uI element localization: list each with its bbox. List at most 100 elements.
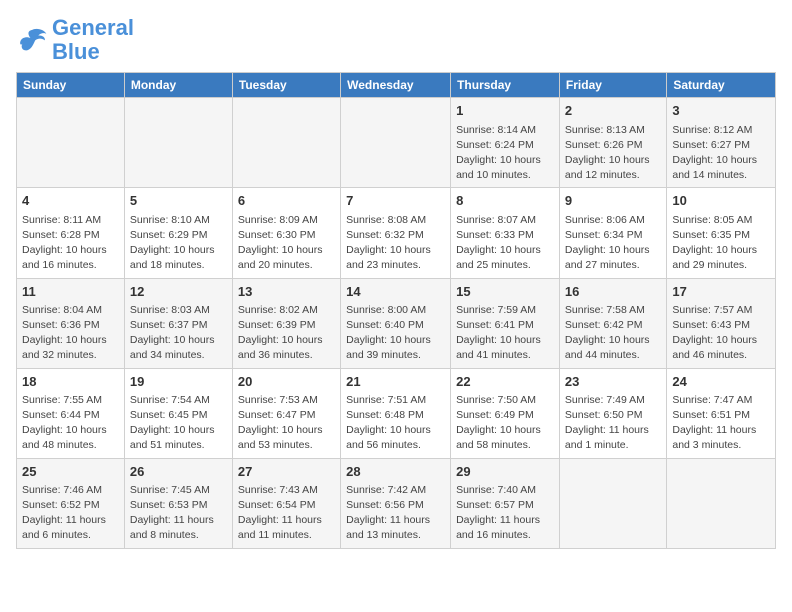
day-number: 5 [130,192,227,210]
day-info: Sunrise: 7:54 AM Sunset: 6:45 PM Dayligh… [130,393,227,454]
day-number: 29 [456,463,554,481]
week-row-4: 18Sunrise: 7:55 AM Sunset: 6:44 PM Dayli… [17,368,776,458]
day-info: Sunrise: 7:42 AM Sunset: 6:56 PM Dayligh… [346,483,445,544]
table-row [559,458,666,548]
day-info: Sunrise: 8:08 AM Sunset: 6:32 PM Dayligh… [346,213,445,274]
table-row [341,98,451,188]
day-info: Sunrise: 7:51 AM Sunset: 6:48 PM Dayligh… [346,393,445,454]
table-row: 17 Sunrise: 7:57 AM Sunset: 6:43 PM Dayli… [667,278,776,368]
table-row: 28 Sunrise: 7:42 AM Sunset: 6:56 PM Dayli… [341,458,451,548]
logo-bird-icon [16,26,48,54]
day-info: Sunrise: 8:11 AM Sunset: 6:28 PM Dayligh… [22,213,119,274]
col-header-sunday: Sunday [17,73,125,98]
day-number: 2 [565,102,661,120]
day-info: Sunrise: 7:53 AM Sunset: 6:47 PM Dayligh… [238,393,335,454]
day-number: 4 [22,192,119,210]
table-row: 18Sunrise: 7:55 AM Sunset: 6:44 PM Dayli… [17,368,125,458]
table-row: 13Sunrise: 8:02 AM Sunset: 6:39 PM Dayli… [232,278,340,368]
day-number: 1 [456,102,554,120]
table-row: 24 Sunrise: 7:47 AM Sunset: 6:51 PM Dayli… [667,368,776,458]
day-number: 14 [346,283,445,301]
day-number: 7 [346,192,445,210]
day-number: 20 [238,373,335,391]
day-number: 8 [456,192,554,210]
col-header-monday: Monday [124,73,232,98]
logo-text: General Blue [52,16,134,64]
table-row [17,98,125,188]
day-number: 12 [130,283,227,301]
day-number: 13 [238,283,335,301]
week-row-2: 4 Sunrise: 8:11 AM Sunset: 6:28 PM Daylig… [17,188,776,278]
day-number: 24 [672,373,770,391]
day-info: Sunrise: 7:59 AM Sunset: 6:41 PM Dayligh… [456,303,554,364]
week-row-1: 1 Sunrise: 8:14 AM Sunset: 6:24 PM Daylig… [17,98,776,188]
table-row: 1 Sunrise: 8:14 AM Sunset: 6:24 PM Daylig… [451,98,560,188]
table-row: 7 Sunrise: 8:08 AM Sunset: 6:32 PM Daylig… [341,188,451,278]
table-row: 5 Sunrise: 8:10 AM Sunset: 6:29 PM Daylig… [124,188,232,278]
table-row: 25 Sunrise: 7:46 AM Sunset: 6:52 PM Dayli… [17,458,125,548]
day-info: Sunrise: 8:04 AM Sunset: 6:36 PM Dayligh… [22,303,119,364]
table-row: 22Sunrise: 7:50 AM Sunset: 6:49 PM Dayli… [451,368,560,458]
table-row [124,98,232,188]
day-info: Sunrise: 8:10 AM Sunset: 6:29 PM Dayligh… [130,213,227,274]
day-info: Sunrise: 8:05 AM Sunset: 6:35 PM Dayligh… [672,213,770,274]
day-info: Sunrise: 7:57 AM Sunset: 6:43 PM Dayligh… [672,303,770,364]
table-row: 15 Sunrise: 7:59 AM Sunset: 6:41 PM Dayli… [451,278,560,368]
col-header-thursday: Thursday [451,73,560,98]
logo: General Blue [16,16,134,64]
day-number: 23 [565,373,661,391]
table-row: 14 Sunrise: 8:00 AM Sunset: 6:40 PM Dayli… [341,278,451,368]
table-row: 10 Sunrise: 8:05 AM Sunset: 6:35 PM Dayli… [667,188,776,278]
day-number: 9 [565,192,661,210]
table-row: 3Sunrise: 8:12 AM Sunset: 6:27 PM Daylig… [667,98,776,188]
table-row: 6 Sunrise: 8:09 AM Sunset: 6:30 PM Daylig… [232,188,340,278]
day-info: Sunrise: 8:12 AM Sunset: 6:27 PM Dayligh… [672,123,770,184]
day-info: Sunrise: 8:00 AM Sunset: 6:40 PM Dayligh… [346,303,445,364]
day-info: Sunrise: 7:49 AM Sunset: 6:50 PM Dayligh… [565,393,661,454]
table-row: 19 Sunrise: 7:54 AM Sunset: 6:45 PM Dayli… [124,368,232,458]
table-row: 16 Sunrise: 7:58 AM Sunset: 6:42 PM Dayli… [559,278,666,368]
day-info: Sunrise: 8:14 AM Sunset: 6:24 PM Dayligh… [456,123,554,184]
day-info: Sunrise: 8:07 AM Sunset: 6:33 PM Dayligh… [456,213,554,274]
calendar-table: SundayMondayTuesdayWednesdayThursdayFrid… [16,72,776,548]
day-number: 28 [346,463,445,481]
day-info: Sunrise: 7:46 AM Sunset: 6:52 PM Dayligh… [22,483,119,544]
table-row: 21 Sunrise: 7:51 AM Sunset: 6:48 PM Dayli… [341,368,451,458]
day-number: 10 [672,192,770,210]
table-row: 29 Sunrise: 7:40 AM Sunset: 6:57 PM Dayli… [451,458,560,548]
day-number: 26 [130,463,227,481]
day-info: Sunrise: 7:45 AM Sunset: 6:53 PM Dayligh… [130,483,227,544]
week-row-5: 25 Sunrise: 7:46 AM Sunset: 6:52 PM Dayli… [17,458,776,548]
day-number: 6 [238,192,335,210]
day-number: 19 [130,373,227,391]
table-row [232,98,340,188]
table-row: 26 Sunrise: 7:45 AM Sunset: 6:53 PM Dayli… [124,458,232,548]
table-row: 2 Sunrise: 8:13 AM Sunset: 6:26 PM Daylig… [559,98,666,188]
day-number: 21 [346,373,445,391]
day-number: 17 [672,283,770,301]
day-info: Sunrise: 8:03 AM Sunset: 6:37 PM Dayligh… [130,303,227,364]
col-header-friday: Friday [559,73,666,98]
table-row: 8 Sunrise: 8:07 AM Sunset: 6:33 PM Daylig… [451,188,560,278]
header-row: SundayMondayTuesdayWednesdayThursdayFrid… [17,73,776,98]
day-number: 16 [565,283,661,301]
table-row: 20 Sunrise: 7:53 AM Sunset: 6:47 PM Dayli… [232,368,340,458]
week-row-3: 11 Sunrise: 8:04 AM Sunset: 6:36 PM Dayli… [17,278,776,368]
day-info: Sunrise: 8:13 AM Sunset: 6:26 PM Dayligh… [565,123,661,184]
day-number: 11 [22,283,119,301]
col-header-wednesday: Wednesday [341,73,451,98]
table-row: 11 Sunrise: 8:04 AM Sunset: 6:36 PM Dayli… [17,278,125,368]
page-header: General Blue [16,16,776,64]
table-row [667,458,776,548]
day-number: 15 [456,283,554,301]
day-info: Sunrise: 7:40 AM Sunset: 6:57 PM Dayligh… [456,483,554,544]
day-info: Sunrise: 7:58 AM Sunset: 6:42 PM Dayligh… [565,303,661,364]
day-info: Sunrise: 8:09 AM Sunset: 6:30 PM Dayligh… [238,213,335,274]
day-number: 25 [22,463,119,481]
day-info: Sunrise: 7:50 AM Sunset: 6:49 PM Dayligh… [456,393,554,454]
day-info: Sunrise: 7:55 AM Sunset: 6:44 PM Dayligh… [22,393,119,454]
day-info: Sunrise: 7:43 AM Sunset: 6:54 PM Dayligh… [238,483,335,544]
table-row: 4 Sunrise: 8:11 AM Sunset: 6:28 PM Daylig… [17,188,125,278]
col-header-tuesday: Tuesday [232,73,340,98]
day-info: Sunrise: 7:47 AM Sunset: 6:51 PM Dayligh… [672,393,770,454]
